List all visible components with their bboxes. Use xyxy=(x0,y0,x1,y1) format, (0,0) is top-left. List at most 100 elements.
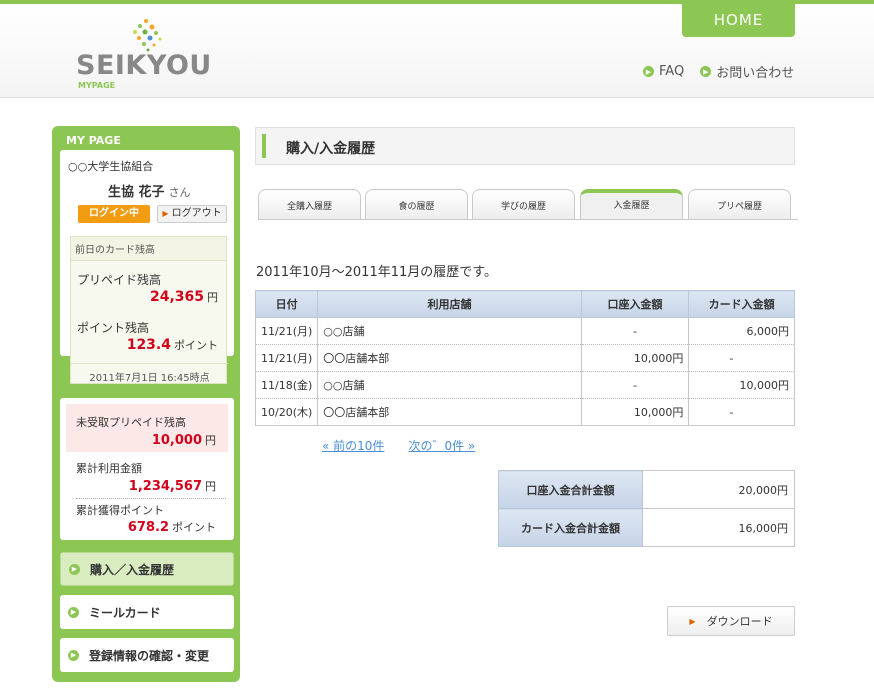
logo-subtext: MYPAGE xyxy=(78,81,116,90)
total-used-label: 累計利用金額 xyxy=(76,462,142,475)
arrow-circle-icon: ▶ xyxy=(700,66,712,77)
menu-item-registration[interactable]: ▶ 登録情報の確認・変更 xyxy=(60,638,234,672)
cell-store: ○○店舗 xyxy=(317,371,582,399)
user-name: 生協 花子 さん xyxy=(108,181,191,200)
history-table: 日付 利用店舗 口座入金額 カード入金額 11/21(月) ○○店舗 - 6,0… xyxy=(254,290,795,426)
cell-card: - xyxy=(688,398,795,426)
prepaid-value: 24,365 円 xyxy=(150,289,218,305)
title-accent xyxy=(262,134,266,158)
totals-row-account: 口座入金合計金額 20,000円 xyxy=(498,470,795,509)
total-points-value: 678.2 ポイント xyxy=(128,519,216,535)
contact-label: お問い合わせ xyxy=(716,66,795,81)
total-points-amount: 678.2 xyxy=(127,520,169,535)
total-used-value: 1,234,567 円 xyxy=(129,478,216,494)
cell-store: ○○店舗 xyxy=(317,317,582,345)
next-page-link[interactable]: 次の゛0件 » xyxy=(408,437,475,454)
points-label: ポイント残高 xyxy=(77,321,150,335)
arrow-circle-icon: ▶ xyxy=(69,563,80,575)
column-header: 日付 xyxy=(254,290,319,318)
totals-card-label: カード入金合計金額 xyxy=(498,508,643,547)
download-label: ダウンロード xyxy=(706,615,773,628)
menu-item-history[interactable]: ▶ 購入／入金履歴 xyxy=(60,552,234,586)
pager: « 前の10件 次の゛0件 » xyxy=(322,437,475,454)
column-header: カード入金額 xyxy=(688,290,795,318)
tab-food[interactable]: 食の履歴 xyxy=(365,189,468,219)
column-header: 口座入金額 xyxy=(580,290,690,318)
cell-store: 〇〇店舗本部 xyxy=(317,398,582,426)
total-points-label: 累計獲得ポイント xyxy=(76,504,164,517)
stats-box: 未受取プリペイド残高 10,000 円 累計利用金額 1,234,567 円 累計獲… xyxy=(60,398,234,540)
points-value: 123.4 ポイント xyxy=(127,337,218,353)
user-name-text: 生協 花子 xyxy=(108,185,165,200)
column-header: 利用店舗 xyxy=(317,290,582,318)
totals-account-label: 口座入金合計金額 xyxy=(498,470,643,509)
faq-link[interactable]: ▶ FAQ xyxy=(643,62,684,81)
unreceived-value: 10,000 円 xyxy=(152,432,216,448)
tab-deposit[interactable]: 入金履歴 xyxy=(580,189,683,219)
balance-box: 前日のカード残高 プリペイド残高 24,365 円 ポイント残高 123.4 ポイン… xyxy=(70,236,228,384)
prepaid-amount: 24,365 xyxy=(149,289,204,305)
cell-account: - xyxy=(580,371,690,399)
cell-card: - xyxy=(688,344,795,372)
total-used-amount: 1,234,567 xyxy=(128,479,202,494)
cell-card: 6,000円 xyxy=(688,317,795,345)
prepaid-unit: 円 xyxy=(207,291,218,304)
menu-item-meal-card[interactable]: ▶ ミールカード xyxy=(60,595,234,629)
table-row: 11/18(金) ○○店舗 - 10,000円 xyxy=(254,371,795,399)
page-title: 購入/入金履歴 xyxy=(286,141,376,157)
points-amount: 123.4 xyxy=(126,337,171,353)
menu-item-label: 登録情報の確認・変更 xyxy=(89,648,210,663)
table-row: 11/21(月) ○○店舗 - 6,000円 xyxy=(254,317,795,345)
balance-heading: 前日のカード残高 xyxy=(71,237,226,261)
header-links: ▶ FAQ ▶ お問い合わせ xyxy=(643,62,794,81)
prev-page-link[interactable]: « 前の10件 xyxy=(322,437,384,454)
cell-account: - xyxy=(580,317,690,345)
cell-date: 11/21(月) xyxy=(254,344,319,372)
logout-button[interactable]: ▶ ログアウト xyxy=(157,205,227,223)
arrow-right-icon: ▶ xyxy=(162,209,169,218)
cell-card: 10,000円 xyxy=(688,371,795,399)
stats-divider xyxy=(76,498,226,499)
cell-account: 10,000円 xyxy=(580,344,690,372)
table-row: 11/21(月) 〇〇店舗本部 10,000円 - xyxy=(254,344,795,372)
logo-dots-icon xyxy=(133,19,162,52)
total-points-unit: ポイント xyxy=(172,521,216,534)
tab-learning[interactable]: 学びの履歴 xyxy=(472,189,575,219)
unreceived-unit: 円 xyxy=(205,434,216,447)
tab-prepaid[interactable]: プリペ履歴 xyxy=(688,189,791,219)
page-title-bar: 購入/入金履歴 xyxy=(255,127,795,165)
honorific: さん xyxy=(168,186,191,199)
logo[interactable]: SEIKYOU MYPAGE xyxy=(76,18,211,96)
cell-date: 10/20(木) xyxy=(254,398,319,426)
download-button[interactable]: ▶ ダウンロード xyxy=(667,606,795,636)
logout-label: ログアウト xyxy=(171,208,222,219)
totals-table: 口座入金合計金額 20,000円 カード入金合計金額 16,000円 xyxy=(498,470,795,547)
tab-all-purchases[interactable]: 全購入履歴 xyxy=(258,189,361,219)
unreceived-amount: 10,000 xyxy=(151,433,202,448)
tab-bar: 全購入履歴 食の履歴 学びの履歴 入金履歴 プリペ履歴 xyxy=(258,189,798,220)
totals-row-card: カード入金合計金額 16,000円 xyxy=(498,508,795,547)
table-row: 10/20(木) 〇〇店舗本部 10,000円 - xyxy=(254,398,795,426)
arrow-circle-icon: ▶ xyxy=(68,606,79,618)
table-header-row: 日付 利用店舗 口座入金額 カード入金額 xyxy=(254,290,795,318)
unreceived-label: 未受取プリペイド残高 xyxy=(76,416,186,429)
prepaid-label: プリペイド残高 xyxy=(77,273,162,287)
cell-date: 11/21(月) xyxy=(254,317,319,345)
menu-item-label: 購入／入金履歴 xyxy=(90,562,175,577)
totals-account-value: 20,000円 xyxy=(642,470,795,509)
period-text: 2011年10月～2011年11月の履歴です。 xyxy=(256,265,497,280)
balance-as-of: 2011年7月1日 16:45時点 xyxy=(71,363,228,384)
university-name: ○○大学生協組合 xyxy=(68,160,154,173)
total-used-unit: 円 xyxy=(205,480,216,493)
cell-account: 10,000円 xyxy=(580,398,690,426)
cell-date: 11/18(金) xyxy=(254,371,319,399)
logo-text: SEIKYOU xyxy=(76,50,212,81)
contact-link[interactable]: ▶ お問い合わせ xyxy=(700,62,794,81)
sidebar: MY PAGE ○○大学生協組合 生協 花子 さん ログイン中 ▶ ログアウト 前日… xyxy=(52,126,240,682)
points-unit: ポイント xyxy=(174,339,218,352)
arrow-circle-icon: ▶ xyxy=(68,649,79,661)
totals-card-value: 16,000円 xyxy=(642,508,795,547)
home-button[interactable]: HOME xyxy=(682,4,795,37)
faq-label: FAQ xyxy=(659,64,685,79)
arrow-right-icon: ▶ xyxy=(689,616,696,626)
